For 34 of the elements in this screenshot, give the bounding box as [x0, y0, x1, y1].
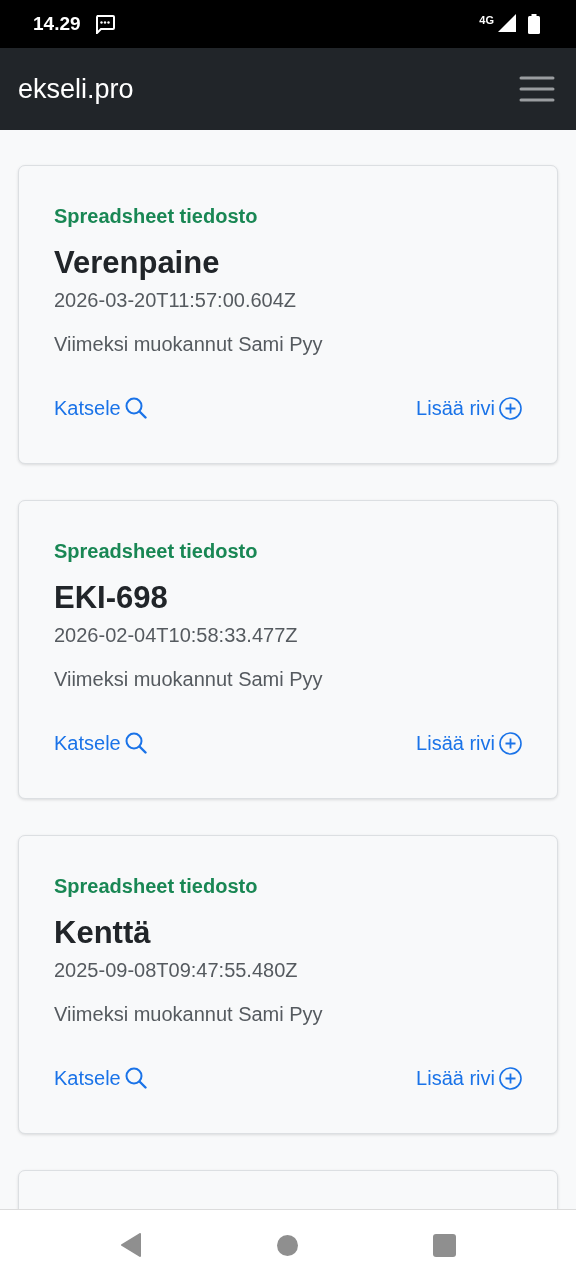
add-row-link[interactable]: Lisää rivi	[416, 728, 522, 758]
add-row-link[interactable]: Lisää rivi	[416, 393, 522, 423]
file-type-label: Spreadsheet tiedosto	[54, 204, 259, 229]
message-icon	[94, 14, 115, 34]
file-title: Kenttä	[54, 915, 152, 951]
file-title: Verenpaine	[54, 245, 221, 281]
back-icon[interactable]	[120, 1233, 142, 1257]
clock-time: 14.29	[33, 13, 81, 35]
signal-icon	[498, 14, 516, 32]
view-link[interactable]: Katsele	[54, 1063, 147, 1093]
menu-icon[interactable]	[519, 76, 555, 102]
site-title[interactable]: ekseli.pro	[18, 73, 134, 105]
recents-icon[interactable]	[433, 1233, 456, 1257]
timestamp: 2026-03-20T11:57:00.604Z	[54, 288, 298, 313]
plus-circle-icon	[499, 396, 522, 420]
author-text: Viimeksi muokannut Sami Pyy	[54, 332, 324, 357]
search-icon	[124, 732, 147, 754]
search-icon	[124, 397, 147, 419]
view-link[interactable]: Katsele	[54, 728, 147, 758]
file-type-label: Spreadsheet tiedosto	[54, 874, 259, 899]
plus-circle-icon	[499, 1066, 522, 1090]
network-type: 4G	[479, 14, 494, 26]
home-icon[interactable]	[277, 1234, 298, 1256]
timestamp: 2025-09-08T09:47:55.480Z	[54, 958, 299, 983]
author-text: Viimeksi muokannut Sami Pyy	[54, 1002, 324, 1027]
battery-icon	[528, 14, 540, 34]
add-row-link[interactable]: Lisää rivi	[416, 1063, 522, 1093]
author-text: Viimeksi muokannut Sami Pyy	[54, 667, 324, 692]
file-title: EKI-698	[54, 580, 169, 616]
search-icon	[124, 1067, 147, 1089]
file-type-label: Spreadsheet tiedosto	[54, 539, 259, 564]
view-link[interactable]: Katsele	[54, 393, 147, 423]
plus-circle-icon	[499, 731, 522, 755]
timestamp: 2026-02-04T10:58:33.477Z	[54, 623, 299, 648]
